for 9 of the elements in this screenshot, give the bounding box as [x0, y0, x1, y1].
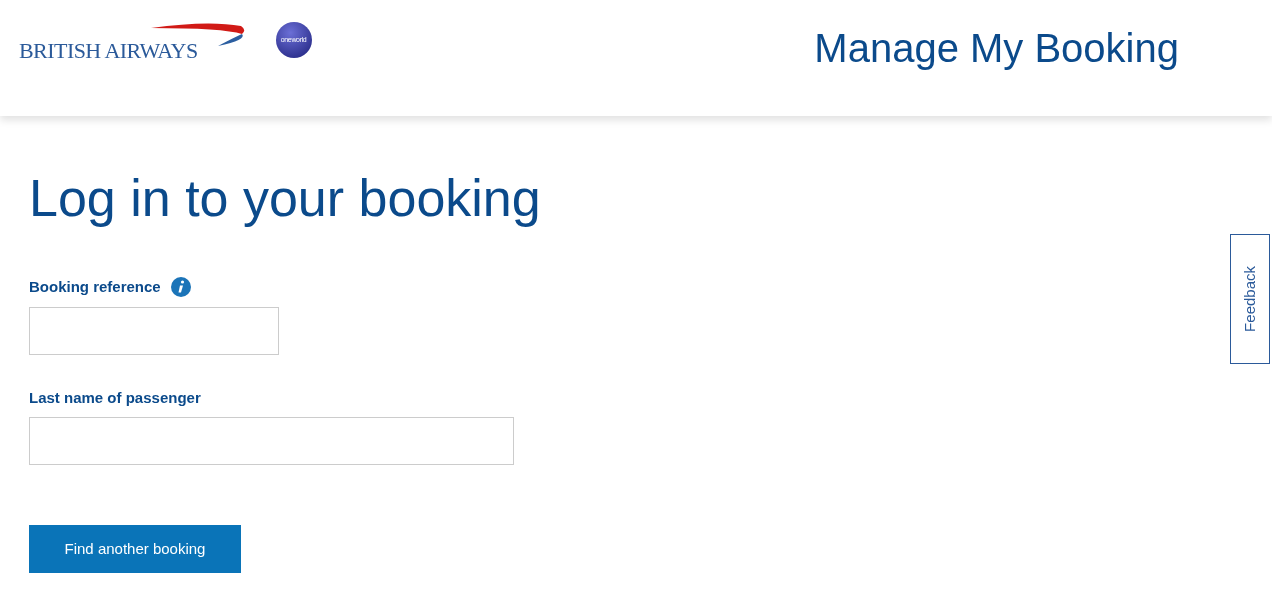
- text-field[interactable]: [29, 306, 279, 355]
- text-field[interactable]: [29, 417, 514, 465]
- feedback-tab[interactable]: Feedback: [1230, 234, 1270, 364]
- logo-text: BRITISH AIRWAYS: [19, 40, 198, 62]
- field-label: Booking reference: [29, 277, 161, 297]
- find-booking-button[interactable]: Find another booking: [29, 525, 241, 573]
- header-title: Manage My Booking: [814, 28, 1179, 68]
- info-icon[interactable]: [170, 277, 191, 298]
- field-label: Last name of passenger: [29, 387, 201, 408]
